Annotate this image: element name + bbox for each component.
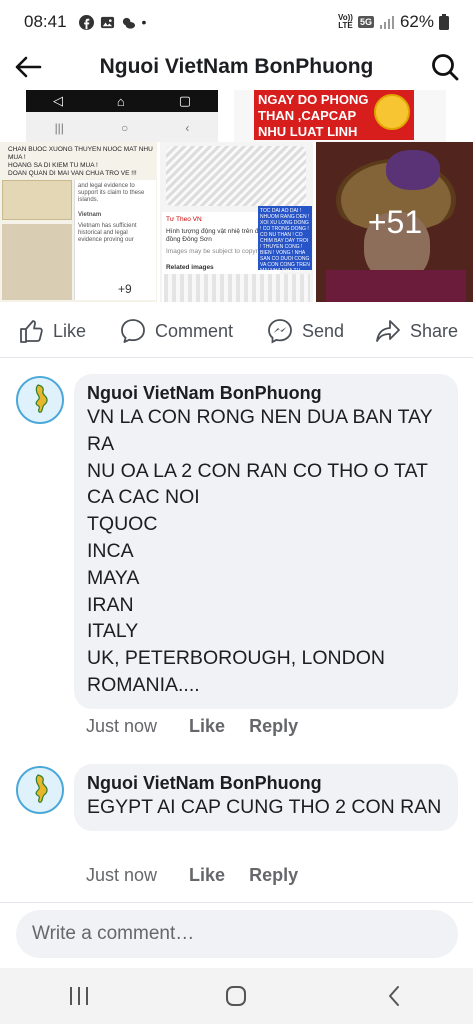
phone-nav-black: ◁ ⌂ ▢ bbox=[26, 90, 218, 112]
media-tile-2[interactable]: Tư Theo VN Hình tượng động vật nhiệ trên… bbox=[159, 142, 313, 302]
comment-input[interactable] bbox=[16, 910, 458, 958]
home-button[interactable] bbox=[206, 972, 266, 1020]
recents-button[interactable] bbox=[49, 972, 109, 1020]
facebook-icon bbox=[78, 14, 94, 30]
post-media-top: ◁ ⌂ ▢ ||| ○ ‹ Ngay do Phong Than ,CAPCAP… bbox=[0, 90, 473, 142]
page-title: Nguoi VietNam BonPhuong bbox=[99, 55, 374, 78]
comment-composer bbox=[0, 902, 473, 968]
media-red-banner[interactable]: Ngay do Phong Than ,CAPCAP NHU LUAT LINH bbox=[234, 90, 446, 142]
comment-like-button[interactable]: Like bbox=[189, 865, 225, 886]
share-button[interactable]: Share bbox=[375, 318, 458, 344]
comment-time[interactable]: Just now bbox=[86, 716, 157, 737]
messenger-icon bbox=[268, 319, 292, 344]
tile1-more-count: +9 bbox=[118, 282, 132, 296]
tile1-caption: CHAN BUOC XUONG THUYEN NUOC MAT NHU MUA … bbox=[8, 146, 153, 177]
share-arrow-icon bbox=[376, 320, 400, 342]
comment-author[interactable]: Nguoi VietNam BonPhuong bbox=[87, 772, 444, 794]
comment-button[interactable]: Comment bbox=[120, 318, 233, 344]
search-button[interactable] bbox=[417, 44, 473, 90]
more-photos-count: +51 bbox=[316, 142, 473, 302]
boat-drawing bbox=[163, 274, 310, 302]
app-header: Nguoi VietNam BonPhuong bbox=[0, 44, 473, 90]
back-button[interactable] bbox=[0, 44, 56, 90]
avatar[interactable] bbox=[16, 766, 64, 814]
vietnam-map-avatar-icon bbox=[18, 378, 62, 422]
network-badge: 5G bbox=[357, 16, 374, 28]
vietnam-map-avatar-icon bbox=[18, 768, 62, 812]
notification-dot-icon: • bbox=[141, 14, 147, 30]
comment-text: EGYPT AI CAP CUNG THO 2 CON RAN bbox=[87, 796, 442, 818]
status-left: 08:41 • bbox=[24, 12, 146, 32]
gallery-icon bbox=[100, 16, 114, 28]
comment-bubble-icon bbox=[121, 319, 145, 343]
tile1-search-label: Vietnam bbox=[78, 212, 102, 218]
volte-line2: LTE bbox=[338, 21, 353, 30]
chevron-small-icon: ‹ bbox=[185, 121, 190, 135]
like-button[interactable]: Like bbox=[18, 318, 86, 344]
android-nav-bar bbox=[0, 968, 473, 1024]
comment-bubble: Nguoi VietNam BonPhuong VN LA CON RONG N… bbox=[74, 374, 458, 709]
bronze-drum-drawing bbox=[165, 146, 306, 206]
signal-icon bbox=[379, 16, 394, 29]
comment-text: VN LA CON RONG NEN DUA BAN TAY RA NU OA … bbox=[87, 406, 433, 696]
historical-figures-thumbnail bbox=[2, 224, 72, 300]
status-bar: 08:41 • Vo)) LTE 5G 62% bbox=[0, 0, 473, 44]
smiley-angel-icon bbox=[374, 94, 410, 130]
media-tile-1[interactable]: CHAN BUOC XUONG THUYEN NUOC MAT NHU MUA … bbox=[0, 142, 157, 302]
comment-like-button[interactable]: Like bbox=[189, 716, 225, 737]
back-icon bbox=[389, 986, 400, 1006]
nav-back-button[interactable] bbox=[364, 972, 424, 1020]
share-label: Share bbox=[410, 320, 459, 341]
like-label: Like bbox=[53, 320, 87, 341]
status-right: Vo)) LTE 5G 62% bbox=[338, 12, 449, 32]
square-icon: ▢ bbox=[178, 93, 191, 108]
comment-meta: Just now Like Reply bbox=[86, 865, 298, 886]
media-tile-3[interactable]: +51 bbox=[316, 142, 473, 302]
tile1-panel: and legal evidence to support its claim … bbox=[74, 180, 156, 300]
send-label: Send bbox=[302, 320, 345, 341]
comment-time[interactable]: Just now bbox=[86, 865, 157, 886]
circle-small-icon: ○ bbox=[121, 121, 129, 135]
comment-reply-button[interactable]: Reply bbox=[249, 865, 298, 886]
battery-icon bbox=[439, 14, 449, 30]
weather-icon bbox=[122, 17, 135, 29]
tile2-blue-card: TOC DAI AO DAI ! NHUOM RANG DEN ! XOI XU… bbox=[257, 206, 312, 280]
home-outline-icon: ⌂ bbox=[116, 93, 125, 109]
volte-icon: Vo)) LTE bbox=[338, 14, 353, 30]
phone-nav-gray: ||| ○ ‹ bbox=[26, 118, 218, 138]
old-map-thumbnail bbox=[2, 180, 72, 220]
search-icon bbox=[432, 54, 459, 81]
comment-author[interactable]: Nguoi VietNam BonPhuong bbox=[87, 382, 444, 404]
avatar[interactable] bbox=[16, 376, 64, 424]
triangle-icon: ◁ bbox=[52, 93, 63, 108]
battery-text: 62% bbox=[399, 12, 434, 31]
post-media-grid: CHAN BUOC XUONG THUYEN NUOC MAT NHU MUA … bbox=[0, 142, 473, 304]
status-time: 08:41 bbox=[24, 12, 67, 31]
tile1-panel-text: and legal evidence to support its claim … bbox=[78, 183, 145, 203]
comment-meta: Just now Like Reply bbox=[86, 716, 298, 737]
tile1-panel-body: Vietnam has sufficient historical and le… bbox=[78, 223, 137, 243]
home-icon bbox=[226, 986, 247, 1006]
post-action-bar: Like Comment Send Share bbox=[0, 304, 473, 358]
thumbs-up-icon bbox=[20, 320, 43, 343]
recents-icon bbox=[69, 987, 88, 1005]
recents-small-icon: ||| bbox=[54, 121, 64, 135]
back-arrow-icon bbox=[15, 56, 42, 78]
comment-reply-button[interactable]: Reply bbox=[249, 716, 298, 737]
media-phone-screenshot[interactable]: ◁ ⌂ ▢ ||| ○ ‹ bbox=[26, 90, 218, 142]
comment-label: Comment bbox=[155, 320, 234, 341]
comment-bubble: Nguoi VietNam BonPhuong EGYPT AI CAP CUN… bbox=[74, 764, 458, 831]
send-button[interactable]: Send bbox=[267, 318, 344, 344]
